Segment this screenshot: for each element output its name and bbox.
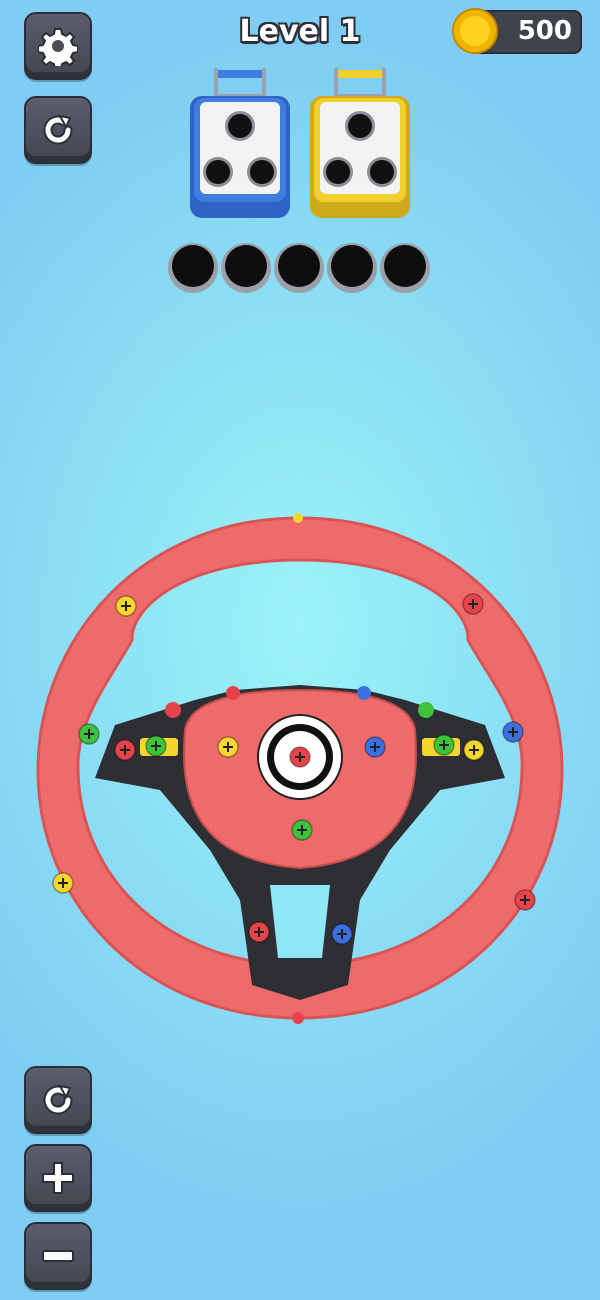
green-screw[interactable] (78, 723, 100, 745)
red-screw[interactable] (248, 921, 270, 943)
blue-screw[interactable] (502, 721, 524, 743)
red-screw[interactable] (514, 889, 536, 911)
blue-screw[interactable] (364, 736, 386, 758)
spoke-gap (270, 885, 330, 958)
green-screw[interactable] (291, 819, 313, 841)
green-screw[interactable] (145, 735, 167, 757)
green-screw[interactable] (433, 734, 455, 756)
yellow-screw[interactable] (463, 739, 485, 761)
rotate-icon (43, 1084, 73, 1115)
plus-icon (42, 1162, 74, 1194)
red-screw[interactable] (462, 593, 484, 615)
zoom-out-button[interactable] (24, 1222, 92, 1290)
yellow-screw[interactable] (52, 872, 74, 894)
blue-screw[interactable] (331, 923, 353, 945)
zoom-in-button[interactable] (24, 1144, 92, 1212)
minus-icon (42, 1250, 74, 1262)
red-screw[interactable] (114, 739, 136, 761)
yellow-screw[interactable] (115, 595, 137, 617)
rotate-button[interactable] (24, 1066, 92, 1134)
red-screw[interactable] (289, 746, 311, 768)
yellow-screw[interactable] (217, 736, 239, 758)
